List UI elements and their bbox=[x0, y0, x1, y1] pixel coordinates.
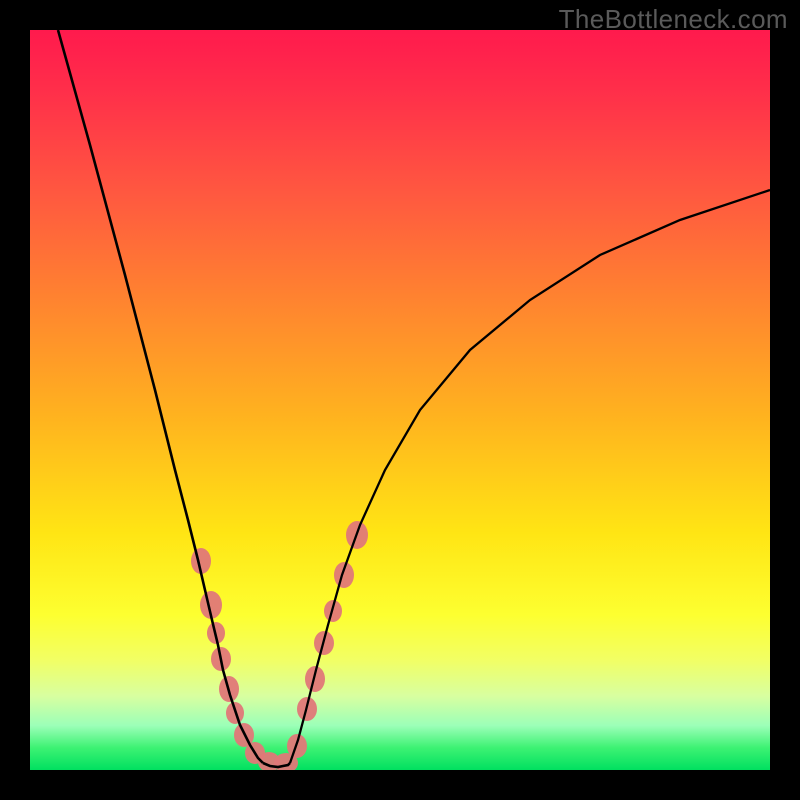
watermark-text: TheBottleneck.com bbox=[559, 4, 788, 35]
chart-frame: TheBottleneck.com bbox=[0, 0, 800, 800]
right-curve bbox=[290, 190, 770, 763]
data-marker bbox=[334, 562, 354, 588]
curves-svg bbox=[30, 30, 770, 770]
left-curve bbox=[58, 30, 263, 763]
plot-area bbox=[30, 30, 770, 770]
